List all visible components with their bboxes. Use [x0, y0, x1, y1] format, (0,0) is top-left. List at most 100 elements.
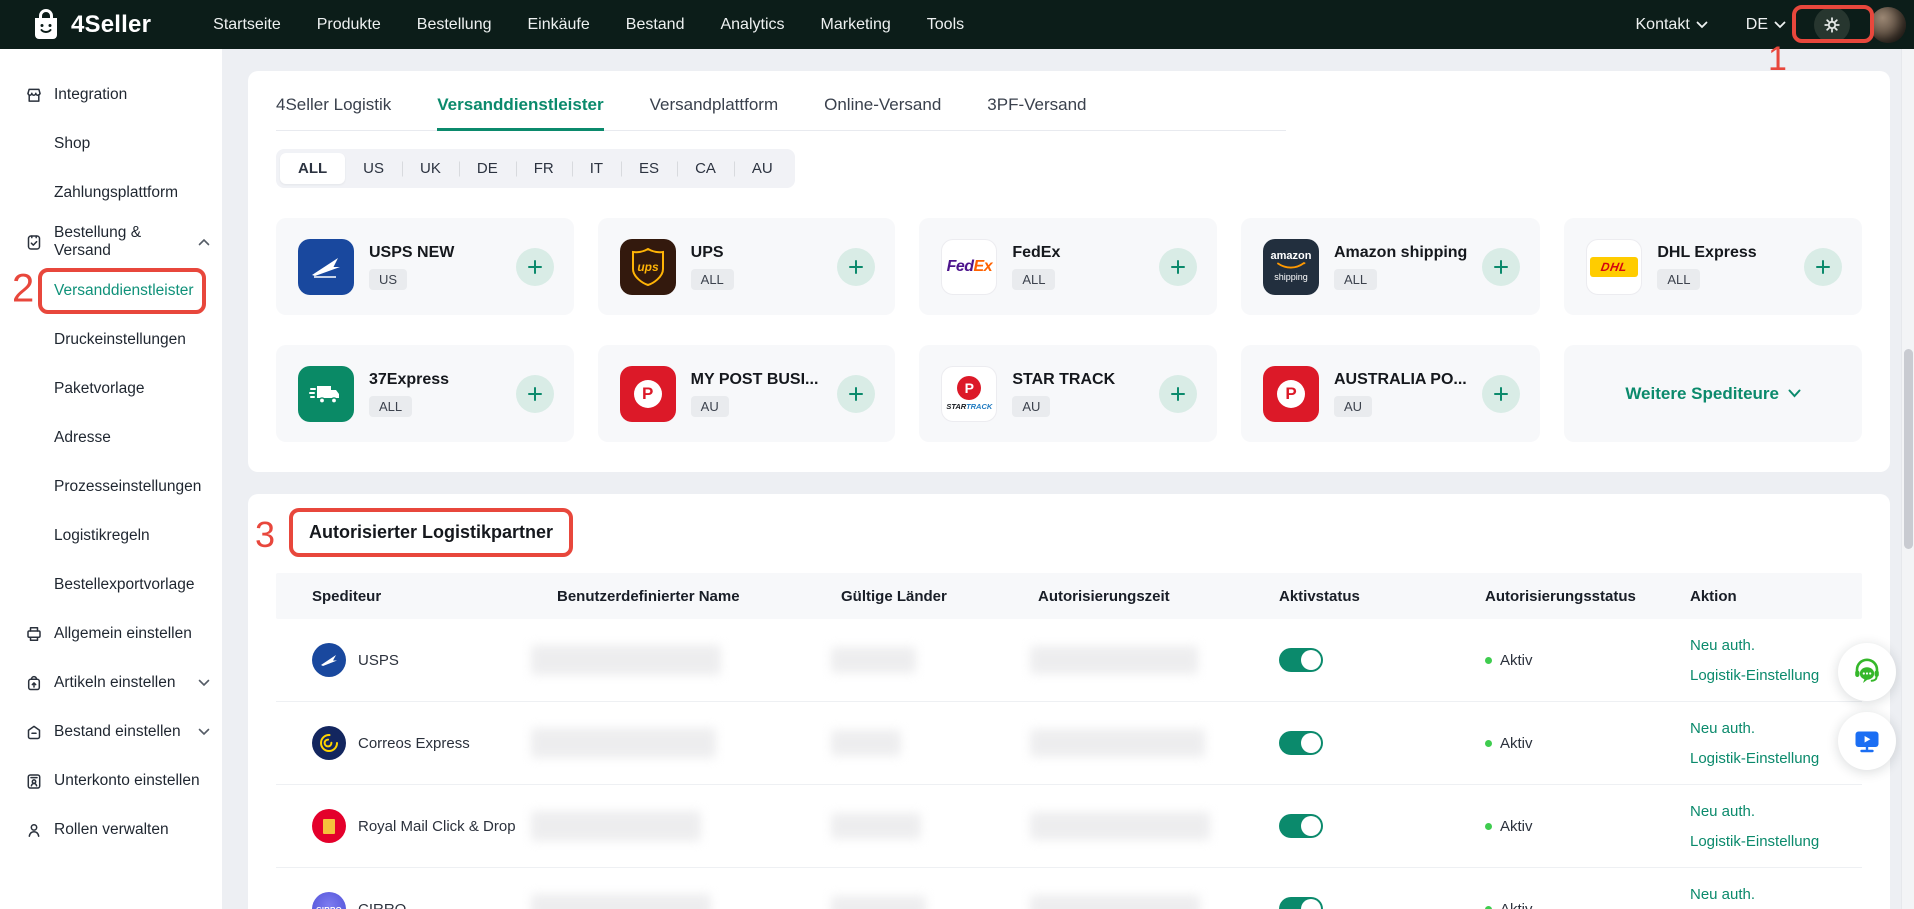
add-carrier-button[interactable] [1159, 248, 1197, 286]
column-spediteur: Spediteur [312, 588, 557, 605]
sidebar-item-allgemein-einstellen[interactable]: Allgemein einstellen [0, 609, 222, 658]
tab-versanddienstleister[interactable]: Versanddienstleister [437, 95, 603, 131]
sidebar-item-bestellung-versand[interactable]: Bestellung & Versand [0, 217, 222, 266]
sidebar-item-zahlungsplattform[interactable]: Zahlungsplattform [0, 168, 222, 217]
add-carrier-button[interactable] [837, 375, 875, 413]
status-label: Aktiv [1500, 818, 1533, 835]
active-toggle[interactable] [1279, 814, 1323, 838]
partner-name: CIRRO [358, 901, 406, 909]
scrollbar-thumb[interactable] [1904, 349, 1913, 549]
reauthorize-link[interactable]: Neu auth. [1690, 803, 1862, 820]
add-carrier-button[interactable] [1159, 375, 1197, 413]
filter-all[interactable]: ALL [280, 153, 345, 184]
redacted-text [831, 896, 926, 909]
chevron-down-icon [1774, 21, 1786, 29]
tab-4seller-logistik[interactable]: 4Seller Logistik [276, 95, 391, 130]
carrier-card-usps-new: USPS NEW US [276, 218, 574, 315]
active-toggle[interactable] [1279, 897, 1323, 909]
nav-produkte[interactable]: Produkte [317, 16, 381, 34]
filter-us[interactable]: US [345, 153, 402, 184]
active-toggle[interactable] [1279, 648, 1323, 672]
sidebar-item-label: Bestand einstellen [54, 723, 181, 741]
tab-3pf-versand[interactable]: 3PF-Versand [987, 95, 1086, 130]
tab-online-versand[interactable]: Online-Versand [824, 95, 941, 130]
plus-icon [848, 259, 864, 275]
nav-startseite[interactable]: Startseite [213, 16, 281, 34]
user-avatar[interactable] [1870, 7, 1906, 43]
sidebar-item-integration[interactable]: Integration [0, 70, 222, 119]
carrier-name: 37Express [369, 371, 449, 389]
brand-logo[interactable]: 4Seller [30, 8, 151, 42]
table-row-usps: USPS Aktiv Neu auth. Logistik-Einstellun… [276, 619, 1862, 702]
filter-ca[interactable]: CA [677, 153, 734, 184]
more-carriers-button[interactable]: Weitere Spediteure [1564, 345, 1862, 442]
filter-de[interactable]: DE [459, 153, 516, 184]
filter-uk[interactable]: UK [402, 153, 459, 184]
support-chat-button[interactable] [1838, 643, 1896, 701]
sidebar-item-label: Shop [54, 135, 90, 153]
sidebar-item-logistikregeln[interactable]: Logistikregeln [0, 511, 222, 560]
plus-icon [527, 259, 543, 275]
status-label: Aktiv [1500, 652, 1533, 669]
add-carrier-button[interactable] [837, 248, 875, 286]
shipping-tabs: 4Seller Logistik Versanddienstleister Ve… [276, 95, 1286, 131]
sidebar-item-shop[interactable]: Shop [0, 119, 222, 168]
plus-icon [1170, 259, 1186, 275]
carrier-name: Amazon shipping [1334, 244, 1467, 262]
carrier-name: STAR TRACK [1012, 371, 1115, 389]
filter-fr[interactable]: FR [516, 153, 572, 184]
sidebar-item-label: Logistikregeln [54, 527, 150, 545]
carrier-card-my-post-business: P MY POST BUSI... AU [598, 345, 896, 442]
filter-au[interactable]: AU [734, 153, 791, 184]
logistics-settings-link[interactable]: Logistik-Einstellung [1690, 667, 1862, 684]
redacted-text [831, 813, 921, 839]
carrier-region-badge: AU [691, 396, 729, 417]
nav-bestellung[interactable]: Bestellung [417, 16, 492, 34]
filter-it[interactable]: IT [572, 153, 621, 184]
sidebar-item-adresse[interactable]: Adresse [0, 413, 222, 462]
settings-button[interactable] [1814, 7, 1850, 43]
tab-versandplattform[interactable]: Versandplattform [650, 95, 779, 130]
sidebar-item-bestand-einstellen[interactable]: Bestand einstellen [0, 707, 222, 756]
nav-analytics[interactable]: Analytics [720, 16, 784, 34]
language-dropdown[interactable]: DE [1746, 16, 1786, 34]
sidebar-item-versanddienstleister[interactable]: Versanddienstleister 2 [0, 266, 222, 315]
reauthorize-link[interactable]: Neu auth. [1690, 637, 1862, 654]
add-carrier-button[interactable] [1482, 248, 1520, 286]
status-label: Aktiv [1500, 735, 1533, 752]
sidebar-item-rollen-verwalten[interactable]: Rollen verwalten [0, 805, 222, 854]
add-carrier-button[interactable] [1482, 375, 1520, 413]
annotation-number-2: 2 [12, 266, 34, 311]
active-toggle[interactable] [1279, 731, 1323, 755]
add-carrier-button[interactable] [1804, 248, 1842, 286]
dhl-logo: DHL [1586, 239, 1642, 295]
nav-einkaeufe[interactable]: Einkäufe [528, 16, 590, 34]
sidebar-item-druckeinstellungen[interactable]: Druckeinstellungen [0, 315, 222, 364]
carrier-name: UPS [691, 244, 734, 262]
add-carrier-button[interactable] [516, 248, 554, 286]
sidebar-item-bestellexportvorlage[interactable]: Bestellexportvorlage [0, 560, 222, 609]
nav-tools[interactable]: Tools [927, 16, 964, 34]
headset-chat-icon [1852, 657, 1882, 687]
video-tutorial-button[interactable] [1838, 712, 1896, 770]
gear-icon [1822, 15, 1842, 35]
sidebar-item-prozesseinstellungen[interactable]: Prozesseinstellungen [0, 462, 222, 511]
logistics-settings-link[interactable]: Logistik-Einstellung [1690, 833, 1862, 850]
vertical-scrollbar[interactable] [1901, 49, 1914, 909]
sidebar-item-artikeln-einstellen[interactable]: Artikeln einstellen [0, 658, 222, 707]
reauthorize-link[interactable]: Neu auth. [1690, 720, 1862, 737]
filter-es[interactable]: ES [621, 153, 677, 184]
carrier-card-amazon-shipping: amazon shipping Amazon shipping ALL [1241, 218, 1540, 315]
contact-dropdown[interactable]: Kontakt [1636, 16, 1708, 34]
sidebar-item-paketvorlage[interactable]: Paketvorlage [0, 364, 222, 413]
topbar-right: Kontakt DE [1636, 7, 1914, 43]
nav-marketing[interactable]: Marketing [821, 16, 891, 34]
chevron-down-icon [198, 679, 210, 687]
add-carrier-button[interactable] [516, 375, 554, 413]
logistics-settings-link[interactable]: Logistik-Einstellung [1690, 750, 1862, 767]
nav-bestand[interactable]: Bestand [626, 16, 685, 34]
reauthorize-link[interactable]: Neu auth. [1690, 886, 1862, 903]
sidebar-item-unterkonto-einstellen[interactable]: Unterkonto einstellen [0, 756, 222, 805]
redacted-text [531, 645, 721, 675]
sidebar-item-label: Paketvorlage [54, 380, 144, 398]
